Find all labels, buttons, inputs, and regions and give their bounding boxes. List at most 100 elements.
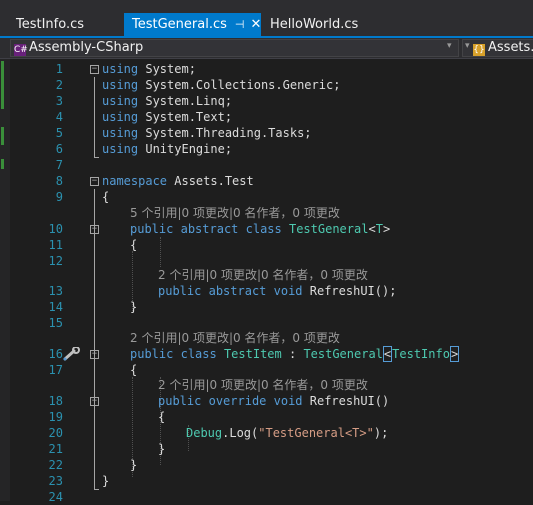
navigation-bar: C#Assembly-CSharp ▾ ▾ {}Assets.Te: [0, 38, 533, 59]
line-number: 19: [48, 410, 63, 424]
tab-testinfo[interactable]: TestInfo.cs: [8, 13, 92, 36]
line-number: 20: [48, 426, 63, 440]
type-dropdown[interactable]: ▾ {}Assets.Te: [462, 39, 533, 57]
line-number: 18: [48, 394, 63, 408]
chevron-down-icon: ▾: [447, 41, 452, 51]
change-marker: [1, 159, 4, 169]
code-text: using System;: [102, 62, 196, 76]
line-number: 13: [48, 284, 63, 298]
code-line: 3 using System.Linq;: [10, 93, 533, 109]
code-text: using System.Threading.Tasks;: [102, 126, 312, 140]
code-text: using UnityEngine;: [102, 142, 233, 156]
code-text: {: [158, 410, 166, 424]
cs-file-icon: C#: [14, 44, 28, 56]
codelens[interactable]: 2 个引用|0 项更改|0 名作者，0 项更改: [158, 267, 368, 283]
code-line: 13 public abstract void RefreshUI();: [10, 283, 533, 299]
line-number: 8: [55, 174, 63, 188]
line-number: 22: [48, 458, 63, 472]
line-number: 6: [55, 142, 63, 156]
namespace-icon: {}: [473, 44, 485, 56]
pin-icon[interactable]: ⊣: [235, 18, 245, 31]
code-text: public abstract class TestGeneral<T>: [130, 222, 391, 236]
code-line: 1 − using System;: [10, 61, 533, 77]
document-tab-bar: TestInfo.cs TestGeneral.cs ⊣ ✕ HelloWorld.…: [0, 0, 533, 38]
code-line: 23 }: [10, 473, 533, 489]
code-line: 7: [10, 157, 533, 173]
line-number: 3: [55, 94, 63, 108]
line-number: 2: [55, 78, 63, 92]
line-number: 12: [48, 254, 63, 268]
collapse-icon[interactable]: −: [90, 65, 99, 74]
code-text: namespace Assets.Test: [102, 174, 254, 188]
line-number: 5: [55, 126, 63, 140]
codelens[interactable]: 2 个引用|0 项更改|0 名作者，0 项更改: [158, 377, 368, 393]
change-margin: [0, 59, 10, 501]
code-line: 11 {: [10, 237, 533, 253]
line-number: 1: [55, 62, 63, 76]
code-text: }: [102, 474, 110, 488]
tab-label: TestInfo.cs: [16, 17, 85, 32]
code-line: 10 − public abstract class TestGeneral<T…: [10, 221, 533, 237]
codelens[interactable]: 5 个引用|0 项更改|0 名作者，0 项更改: [130, 205, 340, 221]
code-line: 20 Debug.Log("TestGeneral<T>");: [10, 425, 533, 441]
line-number: 24: [48, 490, 63, 504]
code-text: public override void RefreshUI(): [158, 394, 390, 408]
code-text: using System.Text;: [102, 110, 233, 124]
code-text: }: [130, 300, 138, 314]
tab-label: TestGeneral.cs: [132, 17, 227, 32]
type-name: Assets.Te: [488, 40, 533, 55]
code-text: public abstract void RefreshUI();: [158, 284, 397, 298]
code-text: }: [158, 442, 166, 456]
code-text: public class TestItem : TestGeneral<Test…: [130, 346, 460, 362]
code-line: 5 using System.Threading.Tasks;: [10, 125, 533, 141]
code-line: 4 using System.Text;: [10, 109, 533, 125]
collapse-icon[interactable]: −: [90, 350, 99, 359]
line-number: 4: [55, 110, 63, 124]
wrench-icon[interactable]: [62, 347, 82, 361]
chevron-down-icon: ▾: [465, 41, 470, 51]
code-line: 9 {: [10, 189, 533, 205]
line-number: 10: [48, 222, 63, 236]
code-line: 21 }: [10, 441, 533, 457]
line-number: 15: [48, 316, 63, 330]
line-number: 7: [55, 158, 63, 172]
project-dropdown[interactable]: C#Assembly-CSharp ▾: [10, 39, 459, 57]
code-text: {: [130, 238, 138, 252]
tab-label: HelloWorld.cs: [270, 17, 359, 32]
code-line: 14 }: [10, 299, 533, 315]
code-text: using System.Linq;: [102, 94, 233, 108]
code-editor[interactable]: 1 − using System; 2 using System.Collect…: [10, 59, 533, 504]
code-line: 24: [10, 489, 533, 505]
collapse-icon[interactable]: −: [90, 177, 99, 186]
collapse-icon[interactable]: −: [90, 225, 99, 234]
tab-testgeneral[interactable]: TestGeneral.cs ⊣ ✕: [124, 13, 261, 36]
change-marker: [1, 61, 4, 109]
line-number: 14: [48, 300, 63, 314]
code-line: 8 − namespace Assets.Test: [10, 173, 533, 189]
close-icon[interactable]: ✕: [250, 17, 261, 32]
line-number: 9: [55, 190, 63, 204]
code-text: using System.Collections.Generic;: [102, 78, 341, 92]
code-line: 18 − public override void RefreshUI(): [10, 393, 533, 409]
codelens[interactable]: 2 个引用|0 项更改|0 名作者，0 项更改: [130, 330, 340, 346]
collapse-icon[interactable]: −: [90, 397, 99, 406]
code-line: 16 − public class TestItem : TestGeneral…: [10, 346, 533, 362]
code-text: }: [130, 458, 138, 472]
line-number: 11: [48, 238, 63, 252]
change-marker: [1, 127, 4, 145]
code-text: Debug.Log("TestGeneral<T>");: [186, 426, 389, 440]
line-number: 23: [48, 474, 63, 488]
tab-helloworld[interactable]: HelloWorld.cs: [262, 13, 366, 36]
line-number: 17: [48, 363, 63, 377]
line-number: 21: [48, 442, 63, 456]
code-line: 6 using UnityEngine;: [10, 141, 533, 157]
code-line: 15: [10, 315, 533, 331]
code-text: {: [130, 363, 138, 377]
code-line: 2 using System.Collections.Generic;: [10, 77, 533, 93]
project-name: Assembly-CSharp: [29, 40, 144, 55]
code-line: 22 }: [10, 457, 533, 473]
code-line: 19 {: [10, 409, 533, 425]
line-number: 16: [48, 347, 63, 361]
code-text: {: [102, 190, 110, 204]
code-line: 17 {: [10, 362, 533, 378]
